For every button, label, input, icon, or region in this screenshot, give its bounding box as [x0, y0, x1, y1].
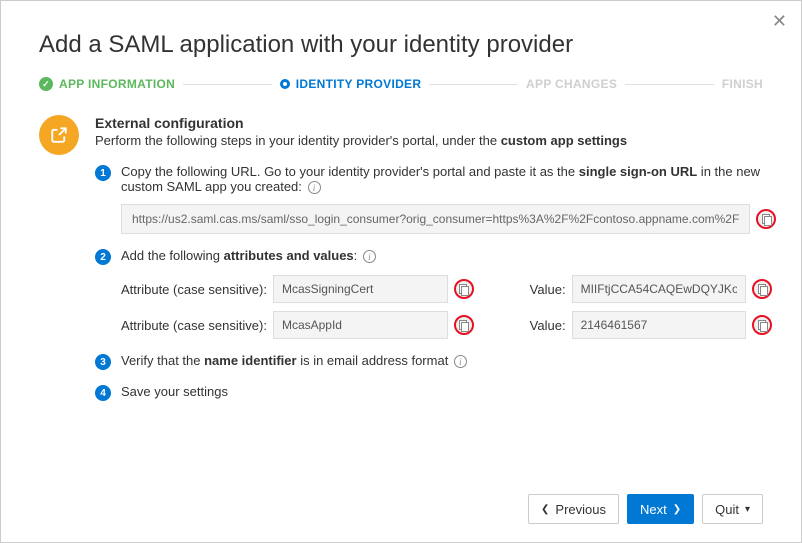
step-number-badge: 2: [95, 249, 111, 265]
value-label: Value:: [530, 282, 566, 297]
instruction-step-2: 2 Add the following attributes and value…: [95, 248, 776, 339]
step-app-information[interactable]: ✓ APP INFORMATION: [39, 77, 175, 91]
step-label: IDENTITY PROVIDER: [296, 77, 422, 91]
copy-icon: [758, 320, 767, 331]
attribute-field-mcas-signing-cert[interactable]: [273, 275, 448, 303]
copy-icon: [762, 214, 771, 225]
saml-app-dialog: ✕ Add a SAML application with your ident…: [0, 0, 802, 543]
instruction-step-3: 3 Verify that the name identifier is in …: [95, 353, 776, 370]
step-identity-provider[interactable]: IDENTITY PROVIDER: [280, 77, 422, 91]
copy-value-button[interactable]: [752, 315, 772, 335]
section-title: External configuration: [95, 115, 776, 131]
attribute-label: Attribute (case sensitive):: [121, 318, 267, 333]
sso-url-field[interactable]: https://us2.saml.cas.ms/saml/sso_login_c…: [121, 204, 750, 234]
copy-url-button[interactable]: [756, 209, 776, 229]
step-number-badge: 3: [95, 354, 111, 370]
step-label: APP INFORMATION: [59, 77, 175, 91]
copy-icon: [459, 320, 468, 331]
copy-attribute-button[interactable]: [454, 315, 474, 335]
instruction-step-4: 4 Save your settings: [95, 384, 776, 401]
value-field-mcas-signing-cert[interactable]: [572, 275, 747, 303]
step-finish: FINISH: [722, 77, 763, 91]
checkmark-icon: ✓: [39, 77, 53, 91]
instruction-step-1: 1 Copy the following URL. Go to your ide…: [95, 164, 776, 234]
previous-button[interactable]: ❮ Previous: [528, 494, 619, 524]
copy-icon: [459, 284, 468, 295]
external-link-icon: [39, 115, 79, 155]
info-icon[interactable]: i: [363, 250, 376, 263]
step-app-changes: APP CHANGES: [526, 77, 617, 91]
step-connector: [183, 84, 272, 85]
dialog-footer: ❮ Previous Next ❯ Quit ▾: [528, 494, 763, 524]
copy-icon: [758, 284, 767, 295]
info-icon[interactable]: i: [308, 181, 321, 194]
step-connector: [429, 84, 518, 85]
step-label: APP CHANGES: [526, 77, 617, 91]
next-button[interactable]: Next ❯: [627, 494, 694, 524]
copy-value-button[interactable]: [752, 279, 772, 299]
dialog-title: Add a SAML application with your identit…: [39, 31, 763, 59]
section-description: Perform the following steps in your iden…: [95, 133, 776, 148]
step-number-badge: 4: [95, 385, 111, 401]
quit-button[interactable]: Quit ▾: [702, 494, 763, 524]
wizard-stepper: ✓ APP INFORMATION IDENTITY PROVIDER APP …: [39, 77, 763, 91]
chevron-down-icon: ▾: [745, 504, 750, 515]
chevron-right-icon: ❯: [673, 504, 681, 515]
attribute-field-mcas-app-id[interactable]: [273, 311, 448, 339]
info-icon[interactable]: i: [454, 355, 467, 368]
external-config-section: External configuration Perform the follo…: [39, 115, 763, 415]
value-label: Value:: [530, 318, 566, 333]
value-field-mcas-app-id[interactable]: [572, 311, 747, 339]
step-number-badge: 1: [95, 165, 111, 181]
copy-attribute-button[interactable]: [454, 279, 474, 299]
active-step-icon: [280, 79, 290, 89]
step-connector: [625, 84, 714, 85]
attribute-label: Attribute (case sensitive):: [121, 282, 267, 297]
chevron-left-icon: ❮: [541, 504, 549, 515]
close-icon[interactable]: ✕: [772, 11, 787, 32]
step-label: FINISH: [722, 77, 763, 91]
